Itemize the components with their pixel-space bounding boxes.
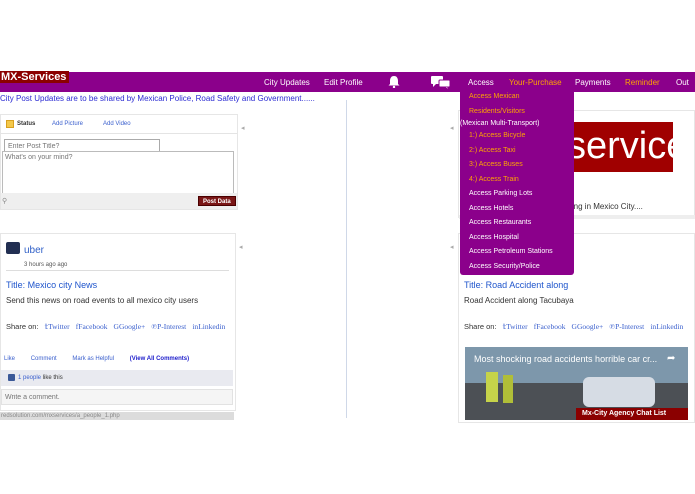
nav-out[interactable]: Out — [676, 78, 689, 88]
comment-input[interactable] — [1, 389, 233, 405]
share-row: Share on: 𝕥Twitter fFacebook GGoogle+ ℗P… — [6, 322, 225, 331]
featured-banner[interactable]: services — [573, 122, 673, 172]
share-pinterest[interactable]: ℗P-Interest — [609, 322, 644, 331]
nav-your-purchase[interactable]: Your-Purchase — [509, 78, 562, 88]
post-composer: Status Add Picture Add Video ⚲ Post Data — [0, 114, 238, 210]
side-arrow-icon: ◂ — [450, 125, 454, 132]
video-title[interactable]: Most shocking road accidents horrible ca… — [474, 354, 657, 364]
comment-link[interactable]: Comment — [31, 356, 57, 362]
dropdown-item[interactable]: Access Hospital — [469, 234, 519, 241]
mark-helpful-link[interactable]: Mark as Helpful — [72, 356, 114, 362]
video-sky — [465, 347, 688, 383]
tab-add-video[interactable]: Add Video — [103, 121, 131, 127]
divider — [6, 270, 229, 271]
dropdown-item[interactable]: Access Mexican — [469, 93, 520, 100]
bell-icon[interactable] — [388, 75, 400, 88]
dropdown-item[interactable]: 3:) Access Buses — [469, 161, 523, 168]
post-footer: ⚲ Post Data — [1, 193, 237, 209]
nav-city-updates[interactable]: City Updates — [264, 78, 310, 88]
post-time: 3 hours ago ago — [24, 262, 68, 268]
share-facebook[interactable]: fFacebook — [534, 322, 566, 331]
post-actions: Like Comment Mark as Helpful (View All C… — [4, 356, 203, 362]
column-divider — [346, 100, 347, 418]
post-title[interactable]: Title: Road Accident along — [464, 280, 568, 290]
post-data-button[interactable]: Post Data — [198, 196, 236, 206]
share-label: Share on: — [6, 322, 39, 331]
share-icon[interactable]: ➦ — [667, 353, 675, 364]
share-google[interactable]: GGoogle+ — [114, 322, 146, 331]
post-username[interactable]: uber — [24, 245, 44, 256]
post-title[interactable]: Title: Mexico city News — [6, 280, 97, 290]
dropdown-item[interactable]: Access Hotels — [469, 205, 513, 212]
status-icon — [6, 120, 14, 128]
post-tabs: Status Add Picture Add Video — [1, 115, 237, 134]
location-pin-icon[interactable]: ⚲ — [2, 197, 7, 205]
share-label: Share on: — [464, 322, 497, 331]
browser-status-bar: redsolution.com/mxservices/a_people_1.ph… — [0, 412, 234, 420]
share-linkedin[interactable]: inLinkedin — [192, 322, 225, 331]
chat-icon[interactable] — [431, 76, 450, 89]
tab-add-picture[interactable]: Add Picture — [52, 121, 83, 127]
dropdown-item: (Mexican Multi-Transport) — [460, 120, 540, 127]
share-google[interactable]: GGoogle+ — [572, 322, 604, 331]
featured-text: ening in Mexico City.... — [563, 202, 643, 211]
likes-bar: 1 people like this — [1, 370, 233, 386]
share-twitter[interactable]: 𝕥Twitter — [45, 322, 70, 331]
dropdown-item[interactable]: Residents/Visitors — [469, 108, 525, 115]
dropdown-item[interactable]: 2:) Access Taxi — [469, 147, 516, 154]
post-card-left: uber 3 hours ago ago Title: Mexico city … — [0, 233, 236, 411]
dropdown-item[interactable]: Access Petroleum Stations — [469, 248, 553, 255]
view-all-comments-link[interactable]: (View All Comments) — [130, 356, 189, 362]
dropdown-item[interactable]: 1:) Access Bicycle — [469, 132, 525, 139]
access-dropdown-menu: Access Mexican Residents/Visitors (Mexican… — [460, 88, 574, 275]
dropdown-item[interactable]: 4:) Access Train — [469, 176, 519, 183]
avatar — [6, 242, 20, 254]
side-arrow-icon: ◂ — [450, 244, 454, 251]
dropdown-item[interactable]: Access Parking Lots — [469, 190, 532, 197]
post-body: Road Accident along Tacubaya — [464, 296, 574, 305]
post-body: Send this news on road events to all mex… — [6, 296, 199, 305]
share-twitter[interactable]: 𝕥Twitter — [503, 322, 528, 331]
share-linkedin[interactable]: inLinkedin — [650, 322, 683, 331]
news-ticker: City Post Updates are to be shared by Me… — [0, 94, 315, 103]
nav-edit-profile[interactable]: Edit Profile — [324, 78, 363, 88]
top-navbar: MX-Services City Updates Edit Profile Ac… — [0, 71, 695, 92]
side-arrow-icon: ◂ — [239, 244, 243, 251]
likes-count[interactable]: 1 people like this — [18, 375, 63, 381]
dropdown-item[interactable]: Access Restaurants — [469, 219, 531, 226]
video-person — [503, 375, 513, 403]
nav-access[interactable]: Access — [468, 78, 494, 88]
chat-list-button[interactable]: Mx-City Agency Chat List — [576, 408, 688, 420]
nav-payments[interactable]: Payments — [575, 78, 611, 88]
side-arrow-icon: ◂ — [241, 125, 245, 132]
share-pinterest[interactable]: ℗P-Interest — [151, 322, 186, 331]
video-person — [486, 372, 498, 402]
brand-logo[interactable]: MX-Services — [0, 71, 70, 83]
share-facebook[interactable]: fFacebook — [76, 322, 108, 331]
dropdown-item[interactable]: Access Security/Police — [469, 263, 540, 270]
nav-reminder[interactable]: Reminder — [625, 78, 660, 88]
like-link[interactable]: Like — [4, 356, 15, 362]
thumbs-up-icon — [8, 374, 15, 381]
video-car — [583, 377, 655, 407]
share-row: Share on: 𝕥Twitter fFacebook GGoogle+ ℗P… — [464, 322, 683, 331]
tab-status[interactable]: Status — [17, 121, 35, 127]
